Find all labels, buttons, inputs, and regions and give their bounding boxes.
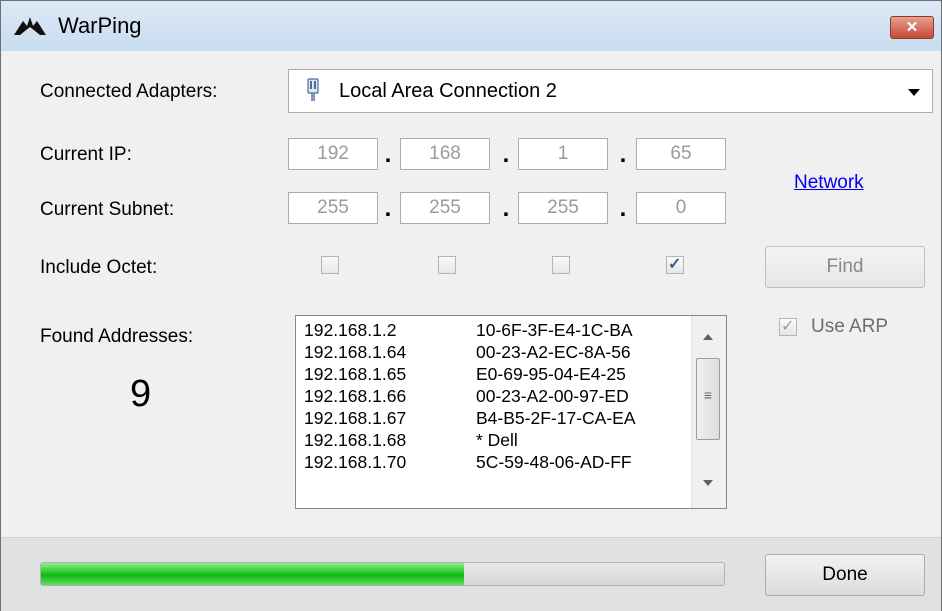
ip-octet-3[interactable]: 1 bbox=[518, 138, 608, 170]
ip-separator: . bbox=[384, 141, 392, 168]
subnet-octet-3[interactable]: 255 bbox=[518, 192, 608, 224]
use-arp-checkbox[interactable] bbox=[779, 316, 797, 336]
progress-bar bbox=[40, 562, 725, 586]
list-item-mac: 00-23-A2-00-97-ED bbox=[476, 386, 629, 406]
current-ip-label: Current IP: bbox=[40, 144, 132, 165]
done-button[interactable]: Done bbox=[765, 554, 925, 596]
ip-octet-1[interactable]: 192 bbox=[288, 138, 378, 170]
list-item-mac: * Dell bbox=[476, 430, 518, 450]
current-subnet-label: Current Subnet: bbox=[40, 199, 175, 220]
title-bar[interactable]: WarPing bbox=[1, 1, 941, 51]
subnet-octet-1[interactable]: 255 bbox=[288, 192, 378, 224]
scroll-down-icon[interactable] bbox=[703, 480, 713, 486]
found-addresses-list[interactable]: 192.168.1.2 10-6F-3F-E4-1C-BA 192.168.1.… bbox=[295, 315, 727, 509]
chevron-down-icon[interactable] bbox=[908, 89, 920, 96]
subnet-octet-4[interactable]: 0 bbox=[636, 192, 726, 224]
network-link[interactable]: Network bbox=[794, 172, 864, 194]
list-item-mac: 00-23-A2-EC-8A-56 bbox=[476, 342, 631, 362]
subnet-separator: . bbox=[502, 195, 510, 222]
found-addresses-label: Found Addresses: bbox=[40, 326, 194, 347]
window-title: WarPing bbox=[58, 13, 142, 38]
scroll-up-icon[interactable] bbox=[703, 334, 713, 340]
list-item-ip: 192.168.1.65 bbox=[304, 364, 407, 384]
adapter-select[interactable]: Local Area Connection 2 bbox=[288, 69, 933, 113]
list-item-mac: E0-69-95-04-E4-25 bbox=[476, 364, 626, 384]
warping-window: WarPing Connected Adapters: Local Area C… bbox=[0, 0, 942, 611]
find-button[interactable]: Find bbox=[765, 246, 925, 288]
scroll-thumb[interactable] bbox=[696, 358, 720, 440]
list-item-ip: 192.168.1.64 bbox=[304, 342, 407, 362]
include-octet-label: Include Octet: bbox=[40, 257, 158, 278]
include-octet-2-checkbox[interactable] bbox=[438, 256, 456, 274]
close-button[interactable] bbox=[890, 16, 934, 39]
connected-adapters-label: Connected Adapters: bbox=[40, 81, 218, 102]
list-item-mac: 5C-59-48-06-AD-FF bbox=[476, 452, 632, 472]
found-count: 9 bbox=[130, 373, 152, 415]
subnet-octet-2[interactable]: 255 bbox=[400, 192, 490, 224]
list-item-ip: 192.168.1.68 bbox=[304, 430, 407, 450]
adapter-selected-value: Local Area Connection 2 bbox=[339, 80, 557, 102]
include-octet-1-checkbox[interactable] bbox=[321, 256, 339, 274]
list-scrollbar[interactable] bbox=[691, 316, 726, 508]
use-arp-label: Use ARP bbox=[811, 316, 889, 337]
warping-logo-icon bbox=[14, 17, 46, 35]
subnet-separator: . bbox=[619, 195, 627, 222]
list-item-ip: 192.168.1.67 bbox=[304, 408, 407, 428]
include-octet-4-checkbox[interactable] bbox=[666, 254, 684, 274]
ip-separator: . bbox=[502, 141, 510, 168]
ip-separator: . bbox=[619, 141, 627, 168]
list-item-mac: 10-6F-3F-E4-1C-BA bbox=[476, 320, 633, 340]
progress-fill bbox=[41, 563, 465, 585]
network-adapter-icon bbox=[307, 78, 319, 101]
list-item-ip: 192.168.1.70 bbox=[304, 452, 407, 472]
list-item-ip: 192.168.1.2 bbox=[304, 320, 397, 340]
subnet-separator: . bbox=[384, 195, 392, 222]
list-item-mac: B4-B5-2F-17-CA-EA bbox=[476, 408, 636, 428]
ip-octet-4[interactable]: 65 bbox=[636, 138, 726, 170]
list-item-ip: 192.168.1.66 bbox=[304, 386, 407, 406]
include-octet-3-checkbox[interactable] bbox=[552, 256, 570, 274]
ip-octet-2[interactable]: 168 bbox=[400, 138, 490, 170]
